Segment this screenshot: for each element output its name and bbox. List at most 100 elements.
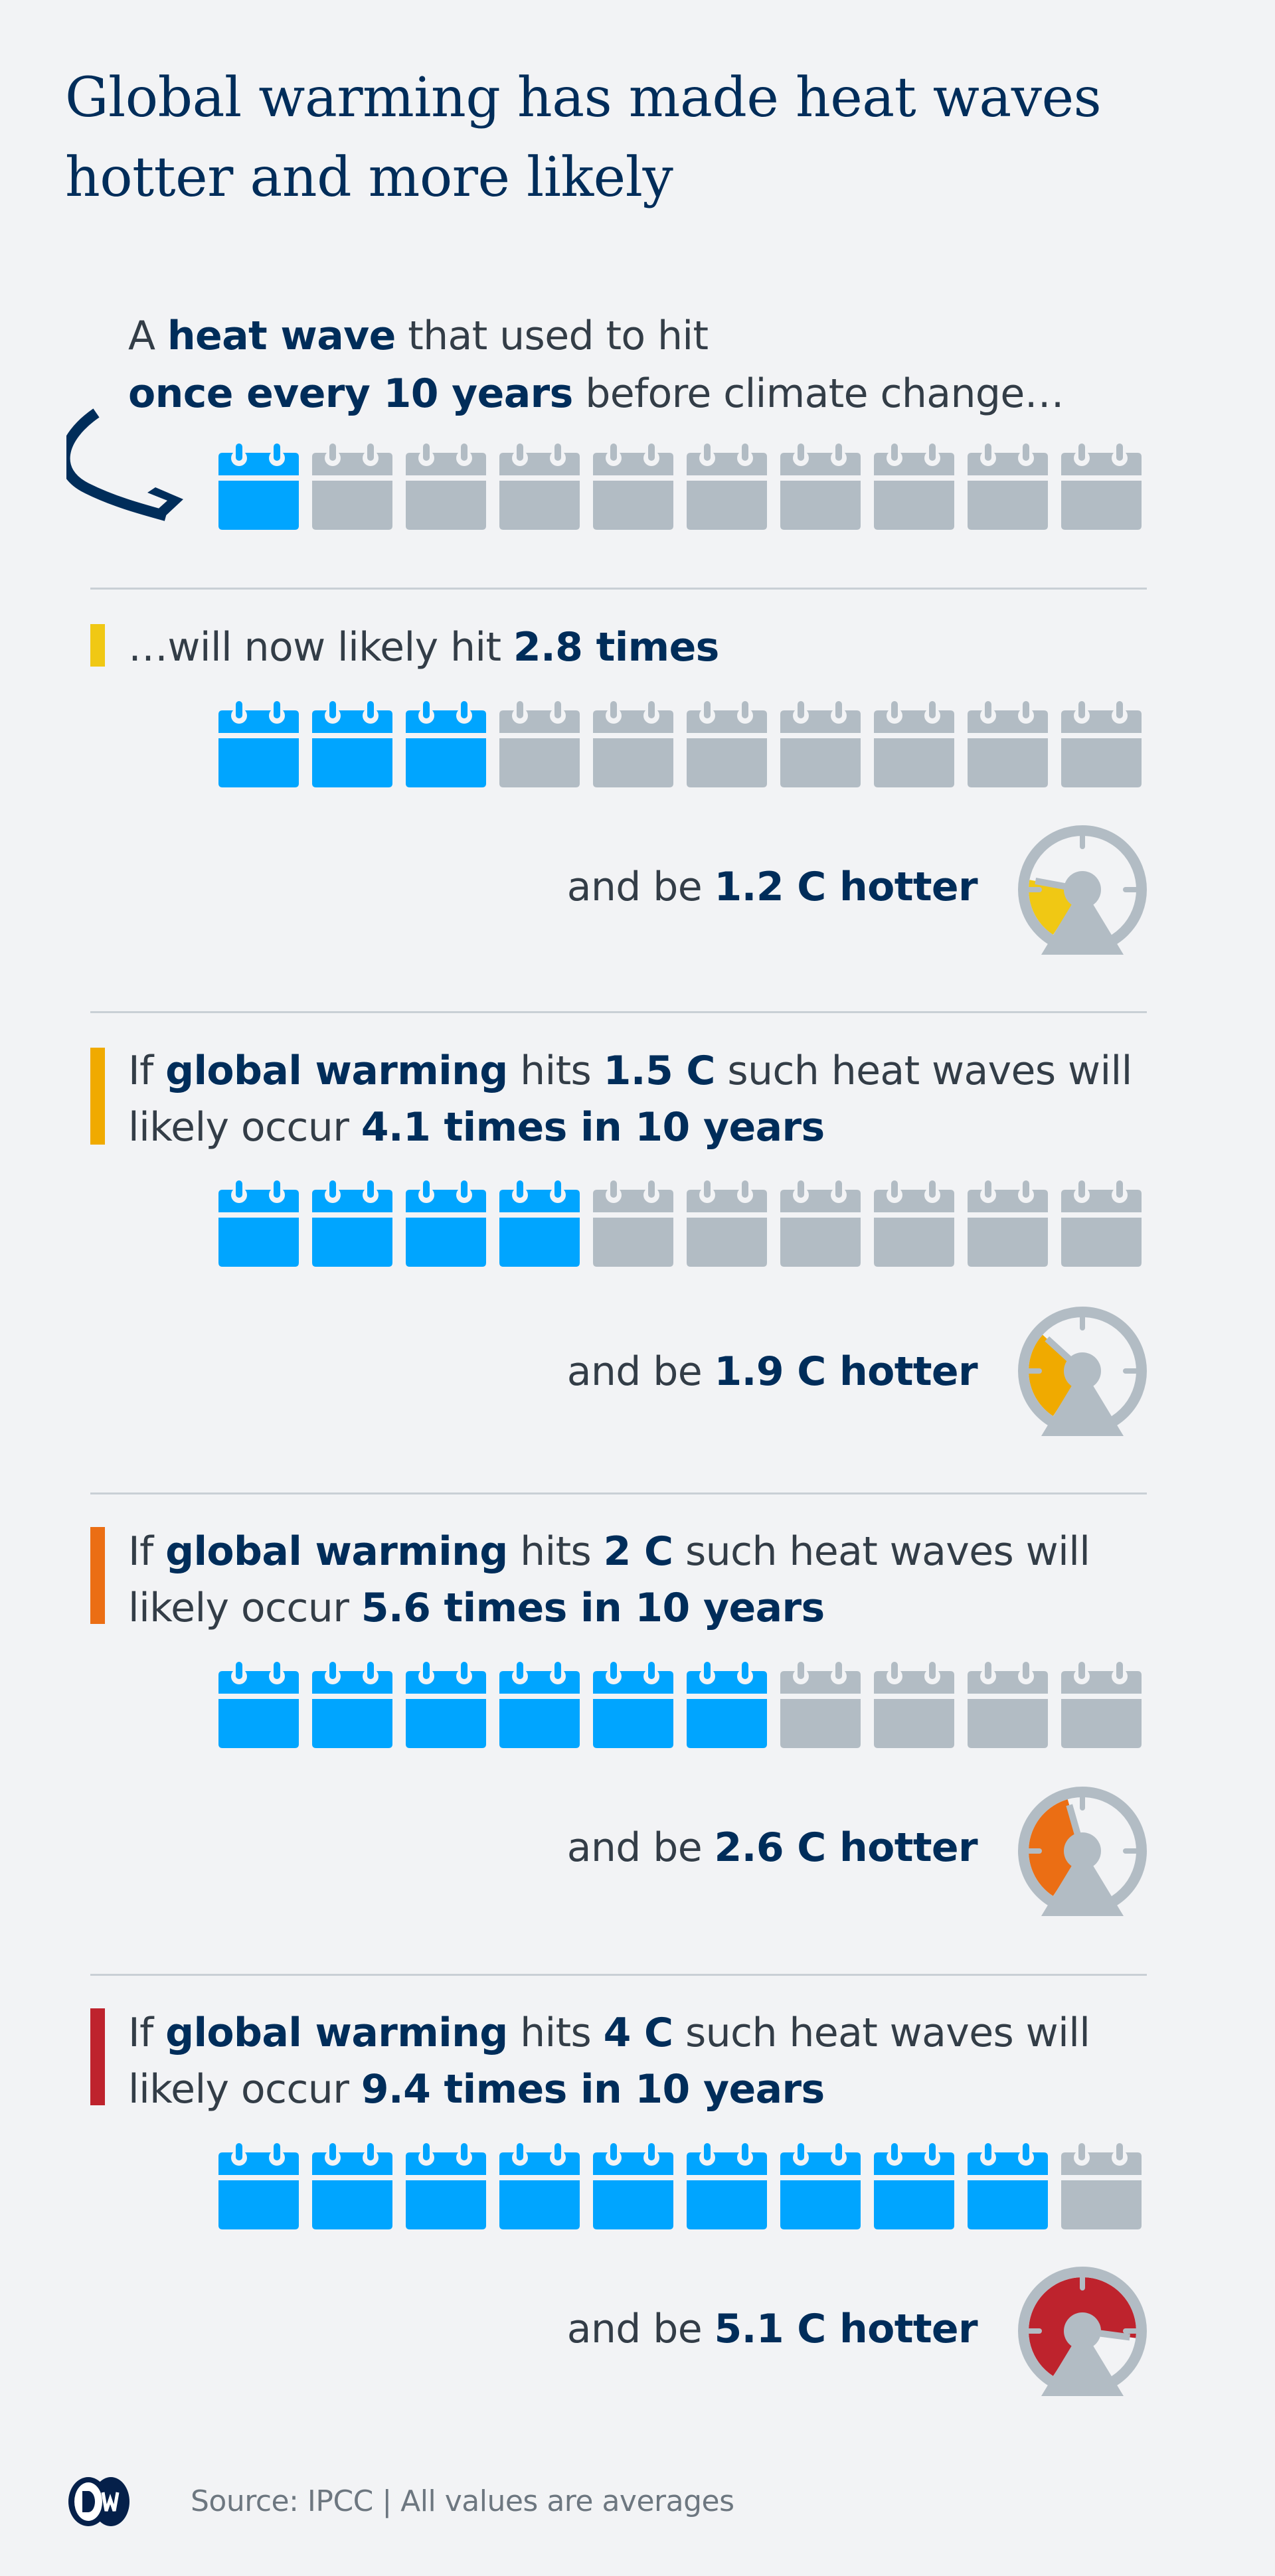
- calendar-empty-icon: [968, 1662, 1048, 1748]
- scenario-text-line-1: If global warming hits 1.5 C such heat w…: [128, 1043, 1132, 1099]
- text-bold: 2.6 C hotter: [714, 1824, 978, 1871]
- calendar-empty-icon: [687, 701, 767, 787]
- text: such heat waves will: [673, 1528, 1090, 1575]
- calendar-filled-icon: [593, 2143, 673, 2229]
- calendar-filled-icon: [499, 1662, 580, 1748]
- curved-arrow-icon: [66, 408, 183, 521]
- color-marker: [90, 2008, 105, 2105]
- text: before climate change…: [572, 370, 1064, 417]
- calendar-filled-icon: [312, 701, 392, 787]
- divider: [90, 1011, 1147, 1013]
- gauge-hub: [1064, 871, 1101, 908]
- text-bold: 1.2 C hotter: [714, 864, 978, 910]
- calendar-empty-icon: [312, 443, 392, 530]
- dw-logo: [68, 2477, 129, 2526]
- color-marker: [90, 1527, 105, 1624]
- text: hits: [507, 1048, 604, 1094]
- text-bold: global warming: [165, 2010, 508, 2056]
- calendar-filled-icon: [780, 2143, 861, 2229]
- text-bold: 5.1 C hotter: [714, 2306, 978, 2352]
- divider: [90, 1974, 1147, 1976]
- page-title: Global warming has made heat waves hotte…: [65, 66, 1102, 209]
- hotter-text: and be 5.1 C hotter: [567, 2301, 978, 2358]
- calendar-empty-icon: [968, 1180, 1048, 1267]
- calendar-empty-icon: [1061, 2143, 1142, 2229]
- scenario-text-line-1: If global warming hits 4 C such heat wav…: [128, 2005, 1090, 2061]
- color-marker: [90, 1048, 105, 1145]
- intro-line-1: A heat wave that used to hit: [128, 308, 709, 364]
- calendar-empty-icon: [593, 1180, 673, 1267]
- source-note: Source: IPCC | All values are averages: [191, 2484, 734, 2518]
- calendar-filled-icon: [499, 1180, 580, 1267]
- calendar-row: [218, 2143, 1148, 2229]
- hotter-text: and be 1.9 C hotter: [567, 1344, 978, 1400]
- text: such heat waves will: [673, 2010, 1090, 2056]
- calendar-row: [218, 701, 1148, 787]
- calendar-filled-icon: [312, 1662, 392, 1748]
- text-bold: 1.5 C: [603, 1048, 716, 1094]
- calendar-empty-icon: [780, 1662, 861, 1748]
- calendar-row: [218, 443, 1148, 530]
- text-bold: 5.6 times in 10 years: [361, 1585, 825, 1631]
- scenario-text-line-2: likely occur 4.1 times in 10 years: [128, 1099, 825, 1156]
- text: If: [128, 2010, 166, 2056]
- gauge-hub: [1064, 1832, 1101, 1870]
- thermometer-gauge-icon: [1018, 1787, 1147, 1916]
- calendar-empty-icon: [499, 701, 580, 787]
- calendar-filled-icon: [312, 2143, 392, 2229]
- calendar-filled-icon: [968, 2143, 1048, 2229]
- text: and be: [566, 864, 715, 910]
- calendar-empty-icon: [968, 701, 1048, 787]
- calendar-filled-icon: [406, 1662, 486, 1748]
- hotter-text: and be 1.2 C hotter: [567, 859, 978, 916]
- calendar-row: [218, 1662, 1148, 1748]
- calendar-filled-icon: [687, 1662, 767, 1748]
- calendar-empty-icon: [1061, 1662, 1142, 1748]
- text: …will now likely hit: [128, 624, 513, 671]
- text-bold: global warming: [165, 1048, 508, 1094]
- text: hits: [507, 2010, 604, 2056]
- text: A: [128, 313, 167, 359]
- calendar-empty-icon: [499, 443, 580, 530]
- calendar-filled-icon: [218, 1662, 299, 1748]
- text-bold: 2.8 times: [513, 624, 720, 671]
- thermometer-gauge-icon: [1018, 1307, 1147, 1436]
- scenario-text-line-2: likely occur 9.4 times in 10 years: [128, 2061, 825, 2118]
- calendar-filled-icon: [406, 1180, 486, 1267]
- divider: [90, 1492, 1147, 1494]
- calendar-empty-icon: [874, 443, 954, 530]
- scenario-text-line-2: likely occur 5.6 times in 10 years: [128, 1580, 825, 1637]
- scenario-text-line-1: …will now likely hit 2.8 times: [128, 619, 719, 676]
- calendar-filled-icon: [312, 1180, 392, 1267]
- text: and be: [566, 1348, 715, 1395]
- calendar-empty-icon: [1061, 701, 1142, 787]
- text-bold: 2 C: [603, 1528, 673, 1575]
- text-bold: global warming: [165, 1528, 508, 1575]
- calendar-empty-icon: [1061, 443, 1142, 530]
- color-marker: [90, 624, 105, 667]
- divider: [90, 588, 1147, 590]
- intro-line-2: once every 10 years before climate chang…: [128, 366, 1064, 422]
- calendar-filled-icon: [218, 701, 299, 787]
- text: If: [128, 1048, 166, 1094]
- calendar-empty-icon: [406, 443, 486, 530]
- text: If: [128, 1528, 166, 1575]
- calendar-filled-icon: [218, 1180, 299, 1267]
- calendar-empty-icon: [968, 443, 1048, 530]
- gauge-hub: [1064, 1352, 1101, 1390]
- text: likely occur: [128, 2066, 361, 2113]
- text-bold: 1.9 C hotter: [714, 1348, 978, 1395]
- calendar-empty-icon: [593, 443, 673, 530]
- scenario-text-line-1: If global warming hits 2 C such heat wav…: [128, 1524, 1090, 1580]
- text: hits: [507, 1528, 604, 1575]
- calendar-filled-icon: [218, 2143, 299, 2229]
- gauge-hub: [1064, 2312, 1101, 2350]
- text: likely occur: [128, 1104, 361, 1151]
- calendar-empty-icon: [780, 443, 861, 530]
- calendar-filled-icon: [218, 443, 299, 530]
- calendar-row: [218, 1180, 1148, 1267]
- text: likely occur: [128, 1585, 361, 1631]
- calendar-empty-icon: [874, 1662, 954, 1748]
- text-bold: heat wave: [167, 313, 396, 359]
- calendar-filled-icon: [593, 1662, 673, 1748]
